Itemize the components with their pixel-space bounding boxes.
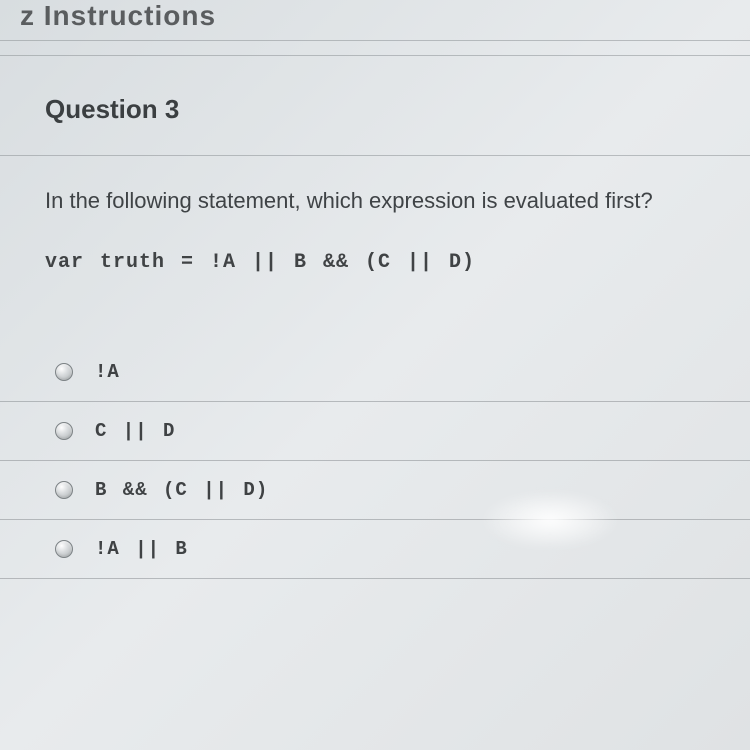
radio-icon[interactable] — [55, 540, 73, 558]
radio-icon[interactable] — [55, 481, 73, 499]
divider — [0, 40, 750, 41]
option-row[interactable]: B && (C || D) — [0, 461, 750, 520]
option-row[interactable]: !A — [0, 342, 750, 402]
question-header: Question 3 — [0, 56, 750, 155]
divider — [0, 55, 750, 56]
option-label: !A — [95, 361, 120, 383]
option-label: B && (C || D) — [95, 479, 268, 501]
radio-icon[interactable] — [55, 363, 73, 381]
question-heading: Question 3 — [45, 94, 705, 125]
divider — [0, 155, 750, 156]
radio-icon[interactable] — [55, 422, 73, 440]
question-body: In the following statement, which expres… — [0, 156, 750, 342]
options-list: !A C || D B && (C || D) !A || B — [0, 342, 750, 579]
option-label: !A || B — [95, 538, 188, 560]
question-prompt: In the following statement, which expres… — [45, 186, 705, 217]
option-label: C || D — [95, 420, 175, 442]
page-title-fragment: z Instructions — [0, 0, 750, 40]
question-code: var truth = !A || B && (C || D) — [45, 251, 705, 274]
option-row[interactable]: !A || B — [0, 520, 750, 579]
option-row[interactable]: C || D — [0, 402, 750, 461]
